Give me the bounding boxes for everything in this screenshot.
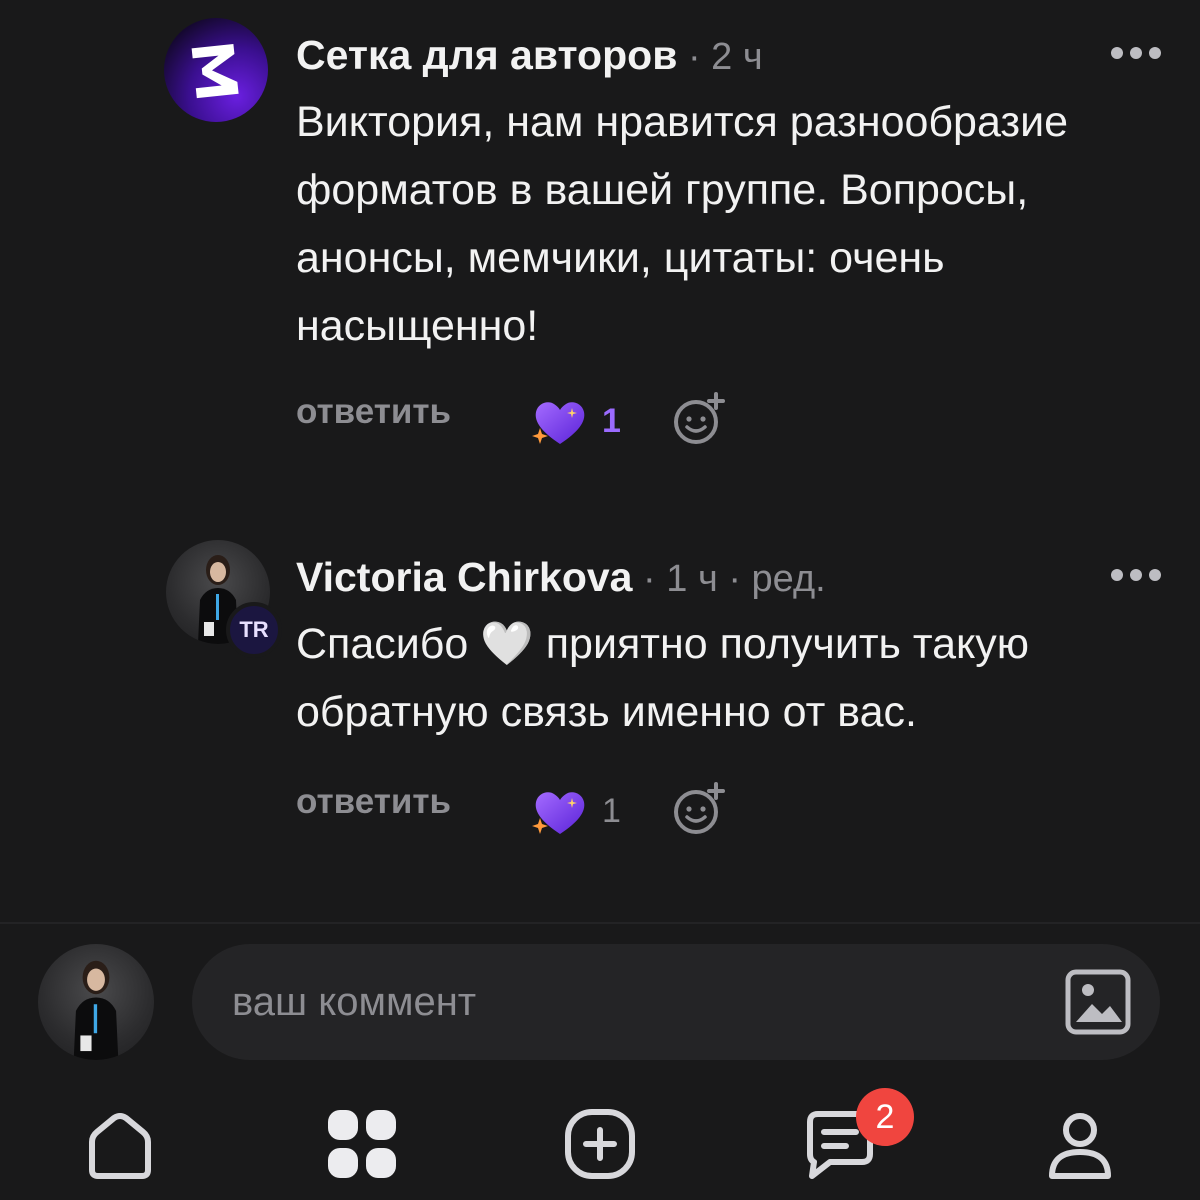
comment-input[interactable]: ваш коммент (192, 944, 1160, 1060)
heart-reaction-icon[interactable] (532, 788, 588, 838)
badge-text: TR (239, 617, 269, 642)
heart-reaction-icon[interactable] (532, 398, 588, 448)
add-reaction-icon[interactable] (672, 392, 726, 446)
apps-grid-icon[interactable] (322, 1104, 402, 1184)
reply-button[interactable]: ответить (296, 392, 451, 432)
messages-badge: 2 (856, 1088, 914, 1146)
brand-logo-icon (191, 44, 239, 99)
comment-header: Сетка для авторов · 2 ч (296, 32, 763, 79)
comment-time: · 2 ч (677, 36, 763, 78)
reaction-count: 1 (602, 792, 621, 830)
comment-actions: ответить 1 (296, 392, 896, 452)
bottom-tab-bar (0, 1096, 1200, 1200)
image-icon[interactable] (1064, 968, 1132, 1036)
author-badge: TR (226, 602, 282, 658)
add-reaction-icon[interactable] (672, 782, 726, 836)
composer-avatar (38, 944, 154, 1060)
comment-time: · 1 ч · ред. (632, 558, 826, 600)
comment-text: Спасибо 🤍 приятно получить такую обратну… (296, 610, 1176, 746)
comment-header: Victoria Chirkova · 1 ч · ред. (296, 554, 826, 601)
more-options-icon[interactable] (1110, 46, 1162, 60)
reaction-count: 1 (602, 402, 621, 440)
comment-item: TR Victoria Chirkova · 1 ч · ред. Спасиб… (0, 520, 1200, 900)
profile-icon[interactable] (1040, 1104, 1120, 1184)
more-options-icon[interactable] (1110, 568, 1162, 582)
comment-item: Сетка для авторов · 2 ч Виктория, нам нр… (0, 0, 1200, 480)
brand-avatar[interactable] (164, 18, 268, 122)
comment-text-part: Спасибо (296, 620, 481, 668)
comment-text: Виктория, нам нравится разнообразие форм… (296, 98, 1069, 350)
white-heart-emoji: 🤍 (480, 620, 534, 668)
comment-author[interactable]: Сетка для авторов (296, 32, 677, 78)
comment-input-placeholder: ваш коммент (232, 980, 477, 1024)
divider (0, 922, 1200, 924)
comment-author[interactable]: Victoria Chirkova (296, 554, 633, 600)
comment-actions: ответить 1 (296, 782, 896, 842)
home-icon[interactable] (80, 1104, 160, 1184)
person-silhouette-icon (73, 960, 119, 1060)
reply-button[interactable]: ответить (296, 782, 451, 822)
add-post-icon[interactable] (560, 1104, 640, 1184)
